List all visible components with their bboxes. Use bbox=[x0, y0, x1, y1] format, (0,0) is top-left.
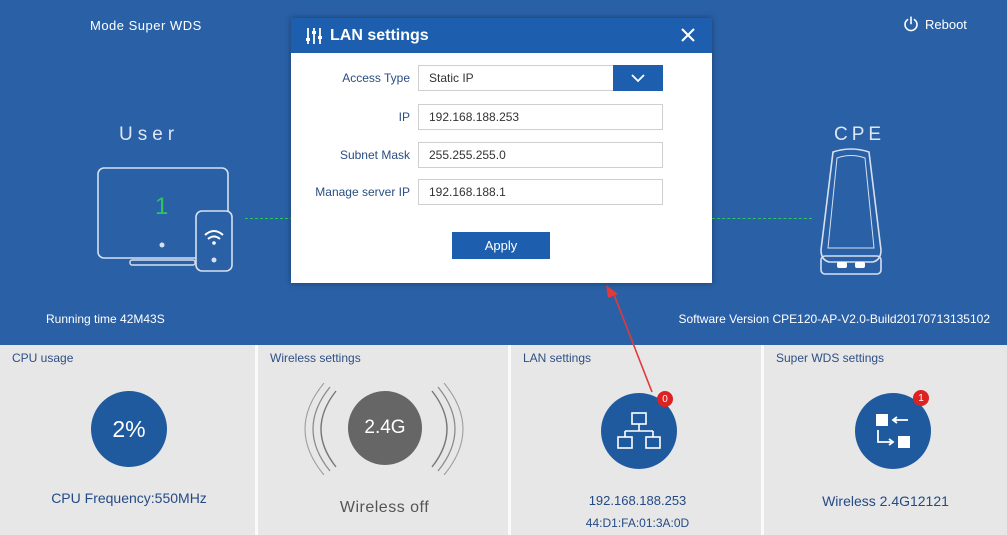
lan-ip: 192.168.188.253 bbox=[588, 493, 687, 508]
cpu-usage-circle: 2% bbox=[91, 391, 167, 467]
sliders-icon bbox=[306, 27, 322, 44]
link-line-user bbox=[245, 218, 293, 219]
ip-label: IP bbox=[398, 110, 410, 124]
wireless-settings-title: Wireless settings bbox=[270, 351, 361, 365]
lan-settings-title: LAN settings bbox=[523, 351, 592, 365]
wireless-state: Wireless off bbox=[339, 499, 430, 516]
dialog-header: LAN settings bbox=[291, 18, 712, 53]
wireless-settings-panel[interactable]: Wireless settings 2.4G Wireless off bbox=[258, 345, 511, 535]
cpe-device-icon[interactable] bbox=[815, 146, 887, 278]
access-type-label: Access Type bbox=[342, 71, 410, 85]
power-icon bbox=[904, 16, 918, 32]
lan-mac: 44:D1:FA:01:3A:0D bbox=[585, 516, 690, 530]
wireless-band-circle: 2.4G bbox=[348, 391, 422, 465]
reboot-label: Reboot bbox=[925, 16, 967, 32]
cpe-label: CPE bbox=[834, 124, 886, 145]
manage-server-ip-row: Manage server IP 192.168.188.1 bbox=[291, 179, 712, 205]
cpu-frequency: CPU Frequency:550MHz bbox=[51, 490, 207, 506]
manage-server-ip-label: Manage server IP bbox=[315, 185, 410, 199]
dashboard-panels: CPU usage 2% CPU Frequency:550MHz Wirele… bbox=[0, 345, 1007, 535]
super-wds-text: Wireless 2.4G12121 bbox=[822, 493, 949, 509]
wds-arrows-icon bbox=[876, 414, 910, 448]
lan-settings-dialog: LAN settings Access Type Static IP IP 19… bbox=[291, 18, 712, 283]
apply-button[interactable]: Apply bbox=[452, 232, 550, 259]
super-wds-badge: 1 bbox=[913, 390, 929, 406]
subnet-mask-label: Subnet Mask bbox=[339, 148, 410, 162]
mode-label: Mode Super WDS bbox=[90, 18, 202, 33]
user-count: 1 bbox=[155, 193, 169, 220]
user-label: User bbox=[119, 124, 180, 145]
subnet-mask-row: Subnet Mask 255.255.255.0 bbox=[291, 142, 712, 168]
cpu-usage-panel[interactable]: CPU usage 2% CPU Frequency:550MHz bbox=[0, 345, 258, 535]
close-icon[interactable] bbox=[678, 25, 698, 45]
link-line-cpe bbox=[712, 218, 812, 219]
software-version: Software Version CPE120-AP-V2.0-Build201… bbox=[678, 312, 990, 326]
super-wds-title: Super WDS settings bbox=[776, 351, 885, 365]
running-time: Running time 42M43S bbox=[46, 312, 165, 326]
ip-input[interactable]: 192.168.188.253 bbox=[418, 104, 663, 130]
network-icon bbox=[617, 412, 661, 449]
access-type-row: Access Type Static IP bbox=[291, 65, 712, 91]
annotation-arrow bbox=[606, 285, 653, 393]
access-type-dropdown-button[interactable] bbox=[613, 65, 663, 91]
manage-server-ip-input[interactable]: 192.168.188.1 bbox=[418, 179, 663, 205]
chevron-down-icon bbox=[631, 74, 645, 83]
cpu-usage-title: CPU usage bbox=[12, 351, 74, 365]
subnet-mask-input[interactable]: 255.255.255.0 bbox=[418, 142, 663, 168]
reboot-button[interactable]: Reboot bbox=[903, 16, 967, 32]
dialog-title: LAN settings bbox=[330, 26, 429, 44]
super-wds-panel[interactable]: Super WDS settings 1 Wireless 2.4G12121 bbox=[764, 345, 1007, 535]
user-device-graphic[interactable]: 1 bbox=[95, 163, 240, 275]
ip-row: IP 192.168.188.253 bbox=[291, 104, 712, 130]
